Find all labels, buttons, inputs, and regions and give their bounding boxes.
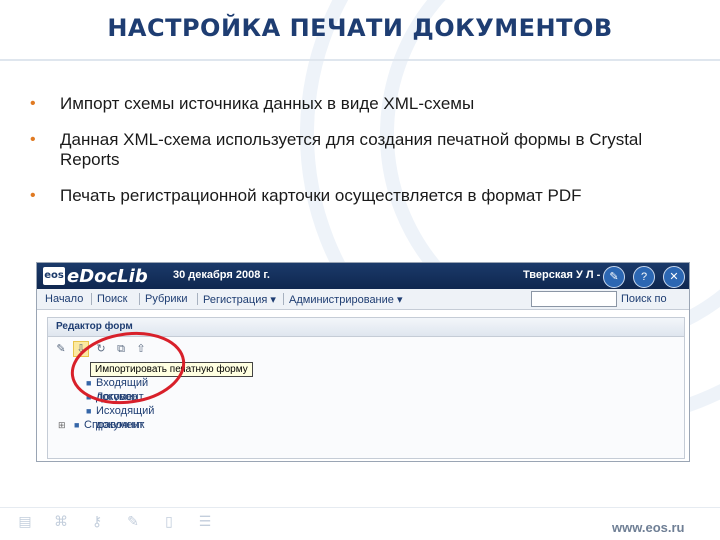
menu-separator xyxy=(283,293,284,305)
header-date: 30 декабря 2008 г. xyxy=(173,269,270,281)
tooltip: Импортировать печатную форму xyxy=(90,362,253,377)
refresh-icon[interactable]: ↻ xyxy=(94,342,108,356)
menu-item-search[interactable]: Поиск xyxy=(97,293,127,305)
menu-separator xyxy=(139,293,140,305)
bullet-marker: • xyxy=(30,131,36,148)
help-icon[interactable]: ? xyxy=(633,266,655,288)
menu-item-home[interactable]: Начало xyxy=(45,293,83,305)
footer-icons: ▤ ⌘ ⚷ ✎ ▯ ☰ xyxy=(16,512,214,530)
edit-icon[interactable]: ✎ xyxy=(54,342,68,356)
panel-header: Редактор форм xyxy=(48,318,684,337)
menu-separator xyxy=(197,293,198,305)
export-icon[interactable]: ⇧ xyxy=(134,342,148,356)
bullet-marker: • xyxy=(30,95,36,112)
app-screenshot: eos eDocLib 30 декабря 2008 г. Тверская … xyxy=(36,262,690,462)
logo-mark: eos xyxy=(43,267,65,285)
menu-item-administration[interactable]: Администрирование ▾ xyxy=(289,293,402,306)
bullet-marker: • xyxy=(30,187,36,204)
header-user: Тверская У Л - xyxy=(523,269,601,281)
search-button[interactable]: Поиск по xyxy=(621,293,667,305)
document-icon: ▯ xyxy=(165,513,173,529)
app-header: eos eDocLib 30 декабря 2008 г. Тверская … xyxy=(37,263,689,289)
node-icon: ■ xyxy=(86,406,92,416)
search-input[interactable] xyxy=(531,291,617,307)
slide-title: НАСТРОЙКА ПЕЧАТИ ДОКУМЕНТОВ xyxy=(107,14,613,42)
app-logo: eos eDocLib xyxy=(43,265,148,287)
editor-toolbar: ✎ ⇩ ↻ ⧉ ⇧ xyxy=(54,341,148,360)
bullet-text: Данная XML-схема используется для создан… xyxy=(60,130,643,169)
logo-text: eDocLib xyxy=(67,265,148,287)
node-icon: ■ xyxy=(86,392,92,402)
import-icon[interactable]: ⇩ xyxy=(73,341,89,357)
bullet-list: • Импорт схемы источника данных в виде XM… xyxy=(30,94,690,222)
footer-url[interactable]: www.eos.ru xyxy=(612,520,684,535)
copy-icon[interactable]: ⧉ xyxy=(114,342,128,356)
bullet-item: • Импорт схемы источника данных в виде XM… xyxy=(30,94,690,114)
wrench-icon[interactable]: ✎ xyxy=(603,266,625,288)
footer-divider xyxy=(0,507,720,508)
node-icon: ■ xyxy=(74,420,80,430)
network-icon: ⌘ xyxy=(54,513,68,529)
bullet-text: Импорт схемы источника данных в виде XML… xyxy=(60,94,475,113)
close-icon[interactable]: ✕ xyxy=(663,266,685,288)
node-icon: ■ xyxy=(86,378,92,388)
menu-item-registration[interactable]: Регистрация ▾ xyxy=(203,293,276,306)
title-box: НАСТРОЙКА ПЕЧАТИ ДОКУМЕНТОВ xyxy=(0,0,720,60)
title-divider xyxy=(0,59,720,61)
pen-icon: ✎ xyxy=(127,513,139,529)
form-editor-panel: Редактор форм ✎ ⇩ ↻ ⧉ ⇧ Импортировать пе… xyxy=(47,317,685,459)
tree-item-label: Договор xyxy=(96,391,138,403)
menu-separator xyxy=(91,293,92,305)
expand-icon[interactable]: ⊞ xyxy=(58,418,66,432)
menu-item-rubrics[interactable]: Рубрики xyxy=(145,293,187,305)
app-menubar: Начало Поиск Рубрики Регистрация ▾ Админ… xyxy=(37,289,689,310)
bullet-text: Печать регистрационной карточки осуществ… xyxy=(60,186,582,205)
list-icon: ☰ xyxy=(198,513,212,529)
tree-item-label: Справочник xyxy=(84,419,145,431)
slide: НАСТРОЙКА ПЕЧАТИ ДОКУМЕНТОВ • Импорт схем… xyxy=(0,0,720,540)
bullet-item: • Печать регистрационной карточки осущест… xyxy=(30,186,690,206)
bullet-item: • Данная XML-схема используется для созда… xyxy=(30,130,690,170)
panel-title: Редактор форм xyxy=(56,321,133,332)
key-icon: ⚷ xyxy=(91,513,103,529)
book-icon: ▤ xyxy=(18,513,32,529)
